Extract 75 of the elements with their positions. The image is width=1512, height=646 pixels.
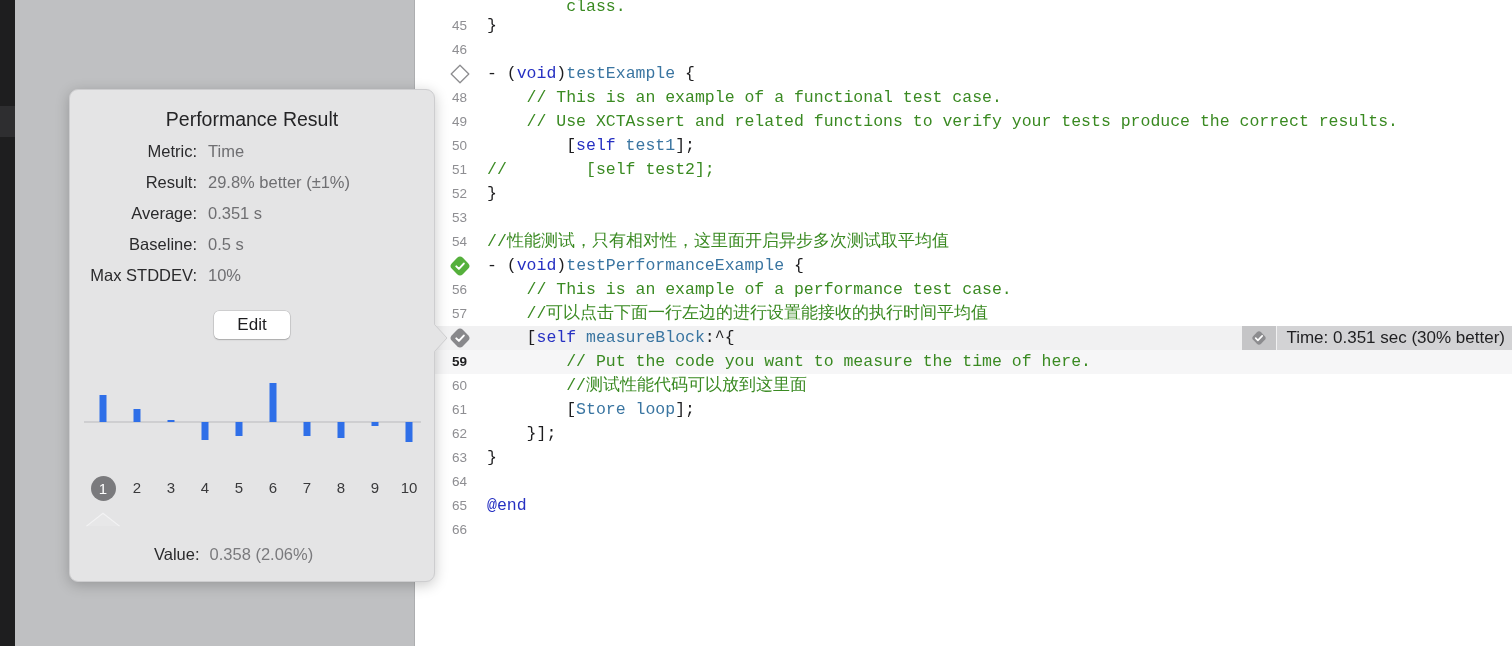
- code-line: }];: [526, 426, 557, 442]
- chart-bar: [99, 395, 107, 422]
- stat-label: Baseline:: [129, 233, 197, 255]
- check-badge-icon[interactable]: [450, 328, 470, 348]
- result-annotation: Time: 0.351 sec (30% better): [1277, 326, 1512, 350]
- popover-title: Performance Result: [165, 108, 339, 130]
- stat-value: 0.5 s: [208, 233, 244, 255]
- value-label: Value:: [154, 544, 200, 564]
- code-line: // This is an example of a performance test case.: [526, 282, 1012, 298]
- iteration-number[interactable]: 4: [200, 479, 210, 497]
- line-number: 63: [451, 449, 467, 467]
- line-number: 48: [451, 89, 467, 107]
- code-line: - (void)testPerformanceExample {: [487, 258, 804, 274]
- line-number: 65: [451, 497, 467, 515]
- iteration-number[interactable]: 9: [370, 479, 380, 497]
- iteration-number[interactable]: 2: [132, 479, 142, 497]
- line-number: 49: [451, 113, 467, 131]
- line-number: 57: [451, 305, 467, 323]
- line-number: 52: [451, 185, 467, 203]
- iteration-number[interactable]: 5: [234, 479, 244, 497]
- code-line: [self measureBlock:^{: [526, 330, 735, 346]
- iteration-number[interactable]: 8: [336, 479, 346, 497]
- chart-bar: [201, 422, 209, 440]
- diamond-icon[interactable]: [450, 64, 470, 84]
- value-text: 0.358 (2.06%): [209, 544, 314, 564]
- code-line: //测试性能代码可以放到这里面: [566, 378, 807, 394]
- code-line: - (void)testExample {: [487, 66, 695, 82]
- line-number: 59: [451, 353, 467, 371]
- code-line: }: [487, 450, 497, 466]
- line-number: 46: [451, 41, 467, 59]
- line-number: 51: [451, 161, 467, 179]
- code-line: //可以点击下面一行左边的进行设置能接收的执行时间平均值: [526, 306, 989, 322]
- stat-label: Average:: [131, 202, 197, 224]
- chart-bar: [405, 422, 413, 442]
- stat-label: Metric:: [147, 140, 197, 162]
- stat-value: 0.351 s: [208, 202, 263, 224]
- iteration-number[interactable]: 7: [302, 479, 312, 497]
- line-number: 56: [451, 281, 467, 299]
- code-line: // This is an example of a functional test case.: [526, 90, 1002, 106]
- code-line: [self test1];: [566, 138, 695, 154]
- iteration-number[interactable]: 10: [400, 479, 418, 497]
- iteration-number[interactable]: 1: [90, 475, 116, 501]
- check-badge-icon[interactable]: [450, 256, 470, 276]
- line-number: 53: [451, 209, 467, 227]
- chart-bar: [133, 409, 141, 422]
- line-number: 64: [451, 473, 467, 491]
- line-number: 66: [451, 521, 467, 539]
- iteration-number[interactable]: 3: [166, 479, 176, 497]
- line-number: 45: [451, 17, 467, 35]
- stat-label: Result:: [145, 171, 197, 193]
- code-line: }: [487, 186, 497, 202]
- chart-bar: [269, 383, 277, 422]
- chart-bar: [337, 422, 345, 438]
- chart-bar: [303, 422, 311, 436]
- chart-bar: [235, 422, 243, 436]
- stat-value: Time: [208, 140, 245, 162]
- code-line: // Use XCTAssert and related functions to verify your tests produce the correct results.: [526, 114, 1398, 130]
- code-line: // Put the code you want to measure the time of here.: [566, 354, 1091, 370]
- line-number: 50: [451, 137, 467, 155]
- line-number: 61: [451, 401, 467, 419]
- stat-value: 10%: [208, 264, 242, 286]
- stat-label: Max STDDEV:: [90, 264, 197, 286]
- check-badge-icon[interactable]: [1242, 326, 1277, 350]
- code-line: }: [487, 18, 497, 34]
- code-line: @end: [487, 498, 527, 514]
- iteration-number[interactable]: 6: [268, 479, 278, 497]
- stat-value: 29.8% better (±1%): [208, 171, 351, 193]
- line-number: 60: [451, 377, 467, 395]
- line-number: 54: [451, 233, 467, 251]
- sidebar-row-highlight: [0, 106, 15, 137]
- line-number: 62: [451, 425, 467, 443]
- edit-button[interactable]: Edit: [214, 311, 290, 339]
- chart-bar: [371, 422, 379, 426]
- code-line: [Store loop];: [566, 402, 695, 418]
- code-line: // [self test2];: [487, 162, 715, 178]
